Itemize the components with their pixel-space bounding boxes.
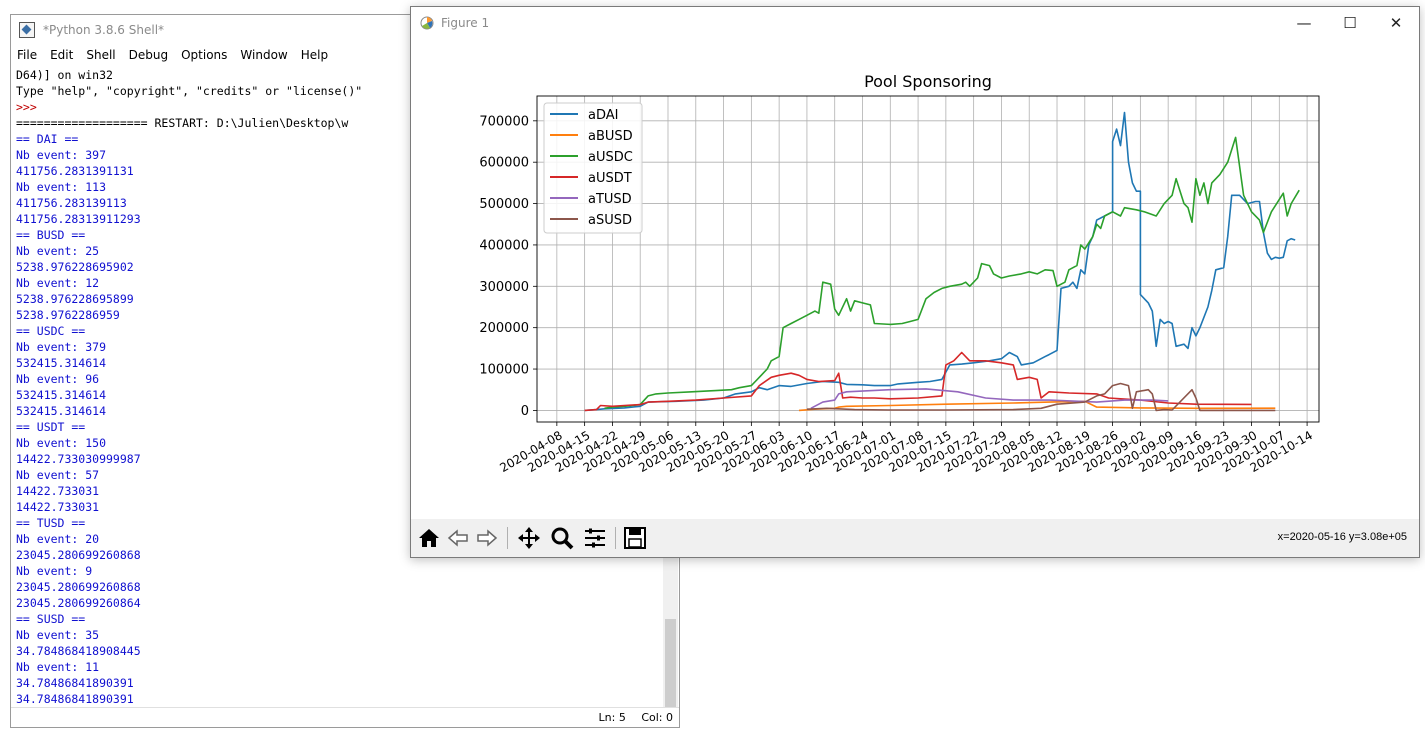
shell-title: *Python 3.8.6 Shell* <box>43 23 165 37</box>
y-tick-label: 100000 <box>479 363 529 378</box>
y-tick-label: 700000 <box>479 114 529 129</box>
line-chart[interactable]: 2020-04-082020-04-152020-04-222020-04-29… <box>411 39 1419 519</box>
window-controls: — ☐ ✕ <box>1281 7 1419 39</box>
subplots-icon <box>585 528 605 548</box>
legend-label: aDAI <box>588 108 618 123</box>
y-tick-label: 500000 <box>479 197 529 212</box>
back-icon <box>447 529 468 547</box>
menu-file[interactable]: File <box>17 48 37 62</box>
console-line: == SUSD == <box>16 612 86 626</box>
scrollbar-thumb[interactable] <box>665 619 676 714</box>
toolbar-separator <box>615 527 616 549</box>
legend-label: aTUSD <box>588 192 632 207</box>
shell-statusbar: Ln: 5 Col: 0 <box>11 707 679 727</box>
menu-options[interactable]: Options <box>181 48 227 62</box>
chart-title: Pool Sponsoring <box>864 72 992 91</box>
close-button[interactable]: ✕ <box>1373 7 1419 39</box>
legend-label: aBUSD <box>588 129 633 144</box>
console-line: 34.784868418908445 <box>16 644 141 658</box>
console-line: Nb event: 9 <box>16 564 93 578</box>
matplotlib-icon <box>419 15 435 31</box>
console-line: Nb event: 11 <box>16 660 100 674</box>
console-line: 23045.280699260868 <box>16 580 141 594</box>
home-icon <box>419 529 439 547</box>
menu-help[interactable]: Help <box>301 48 328 62</box>
back-button[interactable] <box>444 524 472 552</box>
legend-label: aUSDT <box>588 171 632 186</box>
plot-canvas[interactable]: 2020-04-08 2020-04-15 2020-04-22 2020-04-29… <box>411 39 1419 519</box>
y-tick-label: 200000 <box>479 321 529 336</box>
menu-window[interactable]: Window <box>240 48 287 62</box>
subplots-button[interactable] <box>581 524 609 552</box>
minimize-button[interactable]: — <box>1281 7 1327 39</box>
y-tick-label: 300000 <box>479 280 529 295</box>
home-button[interactable] <box>415 524 443 552</box>
console-line: 34.78486841890391 <box>16 692 134 706</box>
cursor-coordinates: x=2020-05-16 y=3.08e+05 <box>1277 531 1407 543</box>
zoom-icon <box>551 527 574 550</box>
forward-button[interactable] <box>473 524 501 552</box>
y-tick-label: 400000 <box>479 238 529 253</box>
save-button[interactable] <box>621 524 649 552</box>
save-icon <box>624 527 646 549</box>
matplotlib-figure-window: Figure 1 — ☐ ✕ 2020-04-08 2020-04-15 2020-… <box>410 6 1420 558</box>
legend-label: aSUSD <box>588 213 632 228</box>
figure-titlebar[interactable]: Figure 1 — ☐ ✕ <box>411 7 1419 39</box>
toolbar-separator <box>507 527 508 549</box>
menu-debug[interactable]: Debug <box>129 48 168 62</box>
console-line: 34.78486841890391 <box>16 676 134 690</box>
maximize-button[interactable]: ☐ <box>1327 7 1373 39</box>
legend-label: aUSDC <box>588 150 633 165</box>
zoom-button[interactable] <box>548 524 576 552</box>
forward-icon <box>477 529 498 547</box>
figure-title: Figure 1 <box>441 16 490 30</box>
y-tick-label: 600000 <box>479 156 529 171</box>
console-line: 23045.280699260864 <box>16 596 141 610</box>
pan-button[interactable] <box>515 524 543 552</box>
menu-edit[interactable]: Edit <box>50 48 73 62</box>
menu-shell[interactable]: Shell <box>86 48 115 62</box>
line-indicator: Ln: 5 <box>598 711 626 724</box>
column-indicator: Col: 0 <box>641 711 673 724</box>
plot-area <box>537 96 1319 422</box>
navigation-toolbar: x=2020-05-16 y=3.08e+05 <box>411 519 1419 557</box>
y-tick-label: 0 <box>521 404 529 419</box>
idle-icon <box>19 22 35 38</box>
console-line: Nb event: 35 <box>16 628 100 642</box>
pan-icon <box>518 527 540 549</box>
